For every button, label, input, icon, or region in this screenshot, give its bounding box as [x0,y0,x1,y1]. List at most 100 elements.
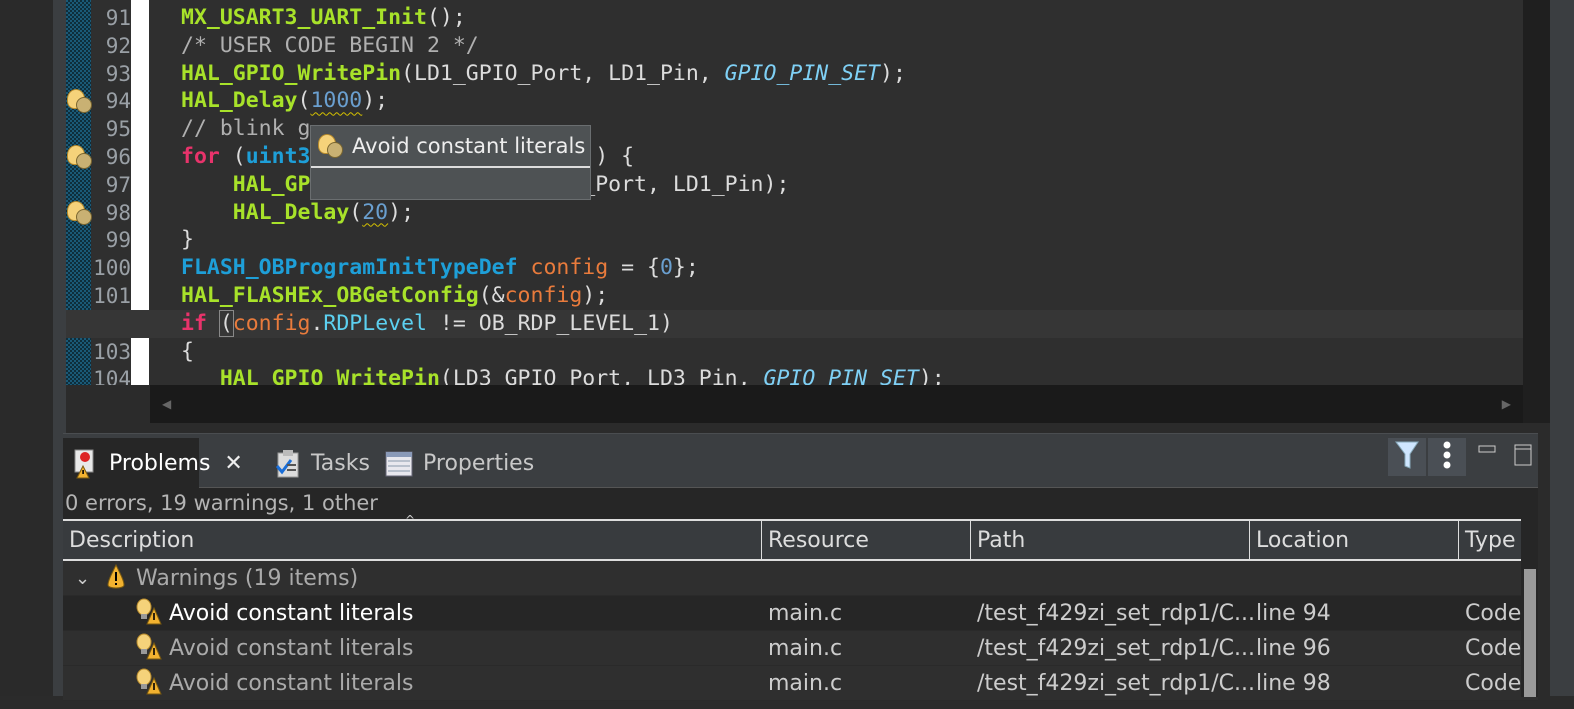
tasks-icon [273,448,301,478]
problem-location: line 94 [1256,601,1331,626]
column-description[interactable]: Description [63,521,762,559]
problem-type: Code [1465,601,1521,626]
code-line[interactable]: HAL_Delay(20); [66,199,1523,227]
code-line[interactable]: if (config.RDPLevel != OB_RDP_LEVEL_1) [66,309,1523,338]
code-token: != OB_RDP_LEVEL_1) [426,310,673,336]
code-line[interactable]: FLASH_OBProgramInitTypeDef config = {0}; [66,254,1523,282]
code-line[interactable]: HAL_GP _Port, LD1_Pin); [66,171,1523,199]
minimize-icon [1477,440,1497,474]
code-token: HAL_GPIO_WritePin [181,366,440,385]
code-token: HAL_GPIO_WritePin [181,60,402,86]
problem-location: line 96 [1256,636,1331,661]
code-token: HAL_Delay [181,199,350,225]
code-token: ( [218,309,234,337]
code-token: config [504,283,583,308]
code-token: GPIO_PIN_SET [724,60,881,86]
code-token: config [232,310,311,336]
maximize-icon [1513,440,1533,474]
code-token: HAL_FLASHEx_OBGetConfig [181,283,479,308]
tab-label: Properties [423,450,535,476]
code-line[interactable]: HAL_FLASHEx_OBGetConfig(&config); [66,282,1523,310]
editor-vertical-scrollbar[interactable] [1523,0,1550,423]
more-vertical-icon [1442,440,1452,474]
table-vertical-scrollbar[interactable] [1521,519,1538,697]
scrollbar-thumb[interactable] [1524,569,1536,697]
code-line[interactable]: // blink g [66,115,1523,143]
code-token: ); [582,283,609,308]
problem-path: /test_f429zi_set_rdp1/C... [977,636,1256,661]
code-token: config [530,255,609,281]
code-token: 0 [659,255,673,281]
hover-tooltip: Avoid constant literals [310,125,591,200]
code-token: = { [608,255,660,281]
code-line[interactable]: MX_USART3_UART_Init(); [66,4,1523,32]
code-token: ( [297,88,311,114]
code-analysis-warning-icon [316,132,344,160]
code-token: for [181,144,220,169]
tab-problems[interactable]: Problems ✕ [63,438,243,488]
properties-icon [385,448,413,478]
code-token: HAL_GP [181,171,311,197]
column-path[interactable]: Path [971,521,1250,559]
code-token: ); [880,60,906,86]
code-token: MX_USART3_UART_Init [181,5,427,30]
close-tab-icon[interactable]: ✕ [224,451,242,476]
warnings-group-row[interactable]: ⌄ Warnings (19 items) [63,561,1538,596]
code-token: // blink g [181,116,311,142]
code-line[interactable]: HAL_Delay(1000); [66,87,1523,115]
code-token: ( [349,199,363,225]
column-location[interactable]: Location [1250,521,1459,559]
code-token: 20 [362,199,389,225]
code-token: . [310,310,324,336]
problems-summary: 0 errors, 19 warnings, 1 other [63,488,1538,519]
view-menu-button[interactable] [1428,438,1466,476]
code-line[interactable]: } [66,226,1523,254]
column-type[interactable]: Type [1459,521,1521,559]
table-row[interactable]: Avoid constant literals main.c /test_f42… [63,631,1538,666]
maximize-button[interactable] [1511,438,1535,476]
code-token: ); [388,199,415,225]
code-line[interactable]: HAL_GPIO_WritePin(LD3_GPIO_Port, LD3_Pin… [66,365,1523,385]
tab-properties[interactable]: Properties [385,438,534,488]
code-token: RDPLevel [323,310,427,336]
filter-button[interactable] [1388,438,1426,476]
code-token: (LD3_GPIO_Port, LD3_Pin, [439,366,764,385]
code-line[interactable]: for (uint3 ) { [66,143,1523,171]
filter-icon [1394,440,1420,474]
code-token: (& [478,283,505,308]
code-line[interactable]: /* USER CODE BEGIN 2 */ [66,32,1523,60]
minimize-button[interactable] [1475,438,1499,476]
code-line[interactable]: { [66,338,1523,366]
code-token: GPIO_PIN_SET [763,366,919,385]
code-token: FLASH_OBProgramInitTypeDef [181,255,518,281]
problem-resource: main.c [768,636,843,661]
right-border [1550,0,1574,696]
tab-label: Tasks [311,450,370,476]
code-token: (); [426,5,466,30]
horizontal-scrollbar[interactable]: ◀ ▶ [150,385,1523,423]
problem-description: Avoid constant literals [169,636,414,661]
problem-path: /test_f429zi_set_rdp1/C... [977,601,1256,626]
code-token: ); [918,366,945,385]
scroll-right-icon[interactable]: ▶ [1502,397,1511,411]
code-token: ( [219,144,246,169]
code-token: uint3 [245,144,311,169]
expand-chevron-icon[interactable]: ⌄ [75,561,90,596]
code-token: /* USER CODE BEGIN 2 */ [181,32,479,58]
problem-resource: main.c [768,601,843,626]
code-editor[interactable]: 919293949596979899100101102103104 MX_USA… [66,0,1523,385]
code-line[interactable]: HAL_GPIO_WritePin(LD1_GPIO_Port, LD1_Pin… [66,60,1523,88]
code-analysis-warning-icon [135,668,163,709]
table-row[interactable]: Avoid constant literals main.c /test_f42… [63,596,1538,631]
tab-label: Problems [109,450,211,476]
problem-description: Avoid constant literals [169,601,414,626]
code-token: if [181,310,207,336]
code-token: { [181,338,194,364]
problems-panel: Problems ✕ Tasks Properties 0 errors, 19… [63,433,1538,701]
code-token: HAL_Delay [181,88,298,114]
column-resource[interactable]: Resource [762,521,971,559]
scroll-left-icon[interactable]: ◀ [162,397,171,411]
tab-tasks[interactable]: Tasks [273,438,370,488]
